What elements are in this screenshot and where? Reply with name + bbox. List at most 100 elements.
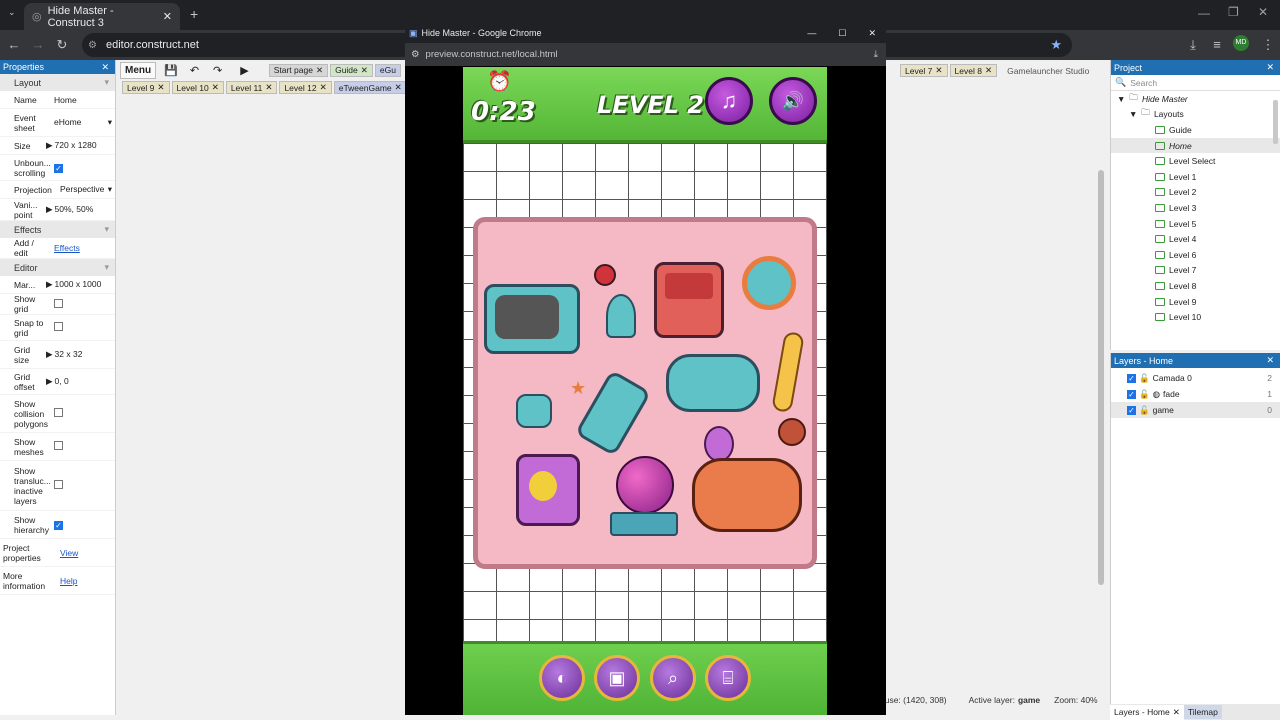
close-icon[interactable]: ✕ [935,65,942,76]
close-icon[interactable]: ✕ [1173,707,1180,718]
hint-slot-radio[interactable]: ⌸ [705,655,751,701]
tab-search-icon[interactable]: ⌄ [8,7,16,18]
retro-tv-object[interactable] [484,284,580,354]
layer-row[interactable]: ✓ 🔓 Camada 0 2 [1111,370,1280,386]
forward-icon[interactable]: → [28,37,48,52]
layout-item[interactable]: Level 9 [1111,294,1280,310]
hierarchy-checkbox[interactable]: ✓ [54,520,63,530]
view-link[interactable]: View [58,548,115,558]
layer-visible-checkbox[interactable]: ✓ [1127,405,1136,415]
layout-item[interactable]: Level 10 [1111,309,1280,325]
close-icon[interactable]: ✕ [395,82,402,93]
layout-item[interactable]: Home [1111,137,1280,154]
menu-button[interactable]: Menu [120,61,157,79]
books-object[interactable] [610,512,678,536]
close-icon[interactable]: ✕ [320,82,327,93]
downloads-icon[interactable]: ⤓ [1183,37,1203,53]
grid-size-field[interactable]: ▶ 32 x 32 [44,349,115,360]
layout-item[interactable]: Level 11 [1111,325,1280,326]
hint-slot-tv[interactable]: ▣ [594,655,640,701]
project-scrollbar[interactable] [1273,100,1278,144]
translucent-checkbox[interactable] [54,480,63,489]
layout-item[interactable]: Level 7 [1111,263,1280,279]
tab-egu[interactable]: eGu [374,63,401,77]
close-icon[interactable]: ✕ [212,82,219,93]
save-icon[interactable]: 💾 [164,64,178,77]
event-sheet-select[interactable]: eHome ▾ [44,117,115,128]
small-robot-object[interactable] [516,394,552,428]
pink-radio-object[interactable] [516,454,580,526]
snap-checkbox[interactable] [54,322,63,331]
unbounded-checkbox[interactable]: ✓ [54,163,63,173]
preview-addressbar[interactable]: ⚙ preview.construct.net/local.html ⤓ [405,43,886,66]
vertical-scrollbar[interactable] [1098,170,1104,585]
layout-item[interactable]: Level 3 [1111,200,1280,216]
layout-item[interactable]: Guide [1111,122,1280,138]
close-icon[interactable]: ✕ [985,65,992,76]
tab-level-10[interactable]: Level 10 ✕ [171,81,224,94]
layout-item[interactable]: Level 8 [1111,278,1280,294]
lock-icon[interactable]: 🔓 [1139,373,1150,384]
hint-slot-magnifier[interactable]: ⌕ [650,655,696,701]
name-field[interactable]: Home [44,95,115,105]
sound-button[interactable]: 🔊 [769,77,817,125]
layer-row[interactable]: ✓ 🔓 ◍ fade 1 [1111,386,1280,402]
close-icon[interactable]: ✕ [265,82,272,93]
cone-object[interactable] [606,294,636,338]
meshes-checkbox[interactable] [54,441,63,450]
tab-start-page[interactable]: Start page ✕ [268,63,329,77]
close-window-icon[interactable]: ✕ [1258,5,1268,19]
chrome-menu-icon[interactable]: ⋮ [1258,37,1278,53]
grid-offset-field[interactable]: ▶ 0, 0 [44,376,115,387]
undo-icon[interactable]: ↶ [190,64,199,77]
minimize-icon[interactable]: — [807,28,816,38]
cookie-object[interactable] [778,418,806,446]
expand-icon[interactable]: ▶ [46,140,53,150]
game-canvas[interactable]: ⏰ 0:23 LEVEL 2 ♫ 🔊 ★ ◐ ▣ ⌕ ⌸ [463,67,827,715]
tree-root[interactable]: ▼ 🗀 Hide Master [1111,91,1280,107]
browser-tab[interactable]: ◎ Hide Master - Construct 3 ✕ [24,3,180,30]
tab-level-12[interactable]: Level 12 ✕ [279,81,332,94]
play-icon[interactable]: ▶ [240,64,248,77]
project-search[interactable]: 🔍 Search [1111,75,1280,91]
collision-checkbox[interactable] [54,408,63,417]
close-properties-icon[interactable]: ✕ [101,62,109,73]
tab-level-9[interactable]: Level 9 ✕ [122,81,170,94]
expand-icon[interactable]: ▶ [46,349,53,359]
ball-on-books-object[interactable] [616,456,674,514]
close-layers-icon[interactable]: ✕ [1266,355,1274,366]
layer-visible-checkbox[interactable]: ✓ [1127,389,1136,399]
expanded-icon[interactable]: ▼ [1117,94,1125,104]
minimize-icon[interactable]: — [1198,6,1210,20]
maximize-icon[interactable]: ☐ [838,28,846,39]
extensions-icon[interactable]: ≡ [1207,37,1227,52]
section-editor[interactable]: Editor ▾ [0,259,115,276]
reload-icon[interactable]: ↻ [52,37,72,53]
projection-select[interactable]: Perspective ▾ [58,184,115,195]
section-layout[interactable]: Layout ▾ [0,74,115,91]
tab-level-7[interactable]: Level 7 ✕ [900,64,948,77]
new-tab-icon[interactable]: + [190,6,198,22]
tab-tilemap[interactable]: Tilemap [1183,705,1222,719]
tab-guide[interactable]: Guide ✕ [330,63,373,77]
vanishing-field[interactable]: ▶ 50%, 50% [44,204,115,215]
back-icon[interactable]: ← [4,37,24,52]
search-input[interactable]: Search [1130,78,1157,88]
tab-etweengame[interactable]: eTweenGame ✕ [333,81,407,94]
show-grid-checkbox[interactable] [54,298,63,308]
music-button[interactable]: ♫ [705,77,753,125]
expand-icon[interactable]: ▶ [46,279,53,289]
close-project-icon[interactable]: ✕ [1266,62,1274,73]
lock-icon[interactable]: 🔓 [1139,405,1150,416]
layout-item[interactable]: Level 2 [1111,185,1280,201]
star-icon[interactable]: ★ [570,378,586,399]
layer-row-selected[interactable]: ✓ 🔓 game 0 [1111,402,1280,418]
layer-visible-checkbox[interactable]: ✓ [1127,373,1136,383]
tab-level-8[interactable]: Level 8 ✕ [949,64,998,77]
handheld-console-object[interactable] [654,262,724,338]
profile-avatar[interactable]: MD [1233,35,1249,51]
layout-item[interactable]: Level Select [1111,153,1280,169]
red-ball-object[interactable] [594,264,616,286]
tree-layouts-folder[interactable]: ▼ 🗀 Layouts [1111,107,1280,123]
yellow-capsule-object[interactable] [771,330,805,414]
